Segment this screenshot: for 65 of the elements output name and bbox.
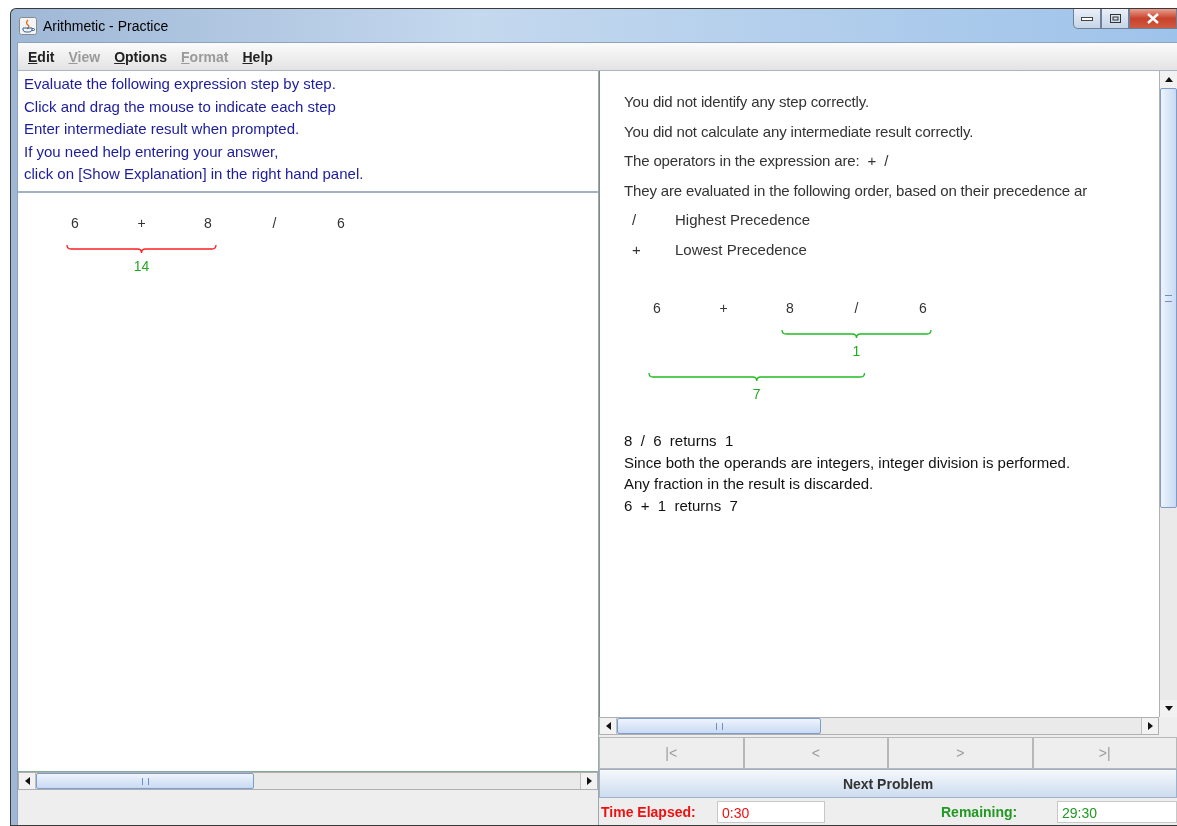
step-line: 6 + 1 returns 7 [624,495,739,516]
scroll-up-button[interactable] [1160,71,1177,88]
menu-item[interactable]: Options [108,46,173,67]
explanation-line: They are evaluated in the following order, based on their precedence ar [624,180,1088,201]
explanation-line: The operators in the expression are: + / [624,151,890,171]
scrollbar-track[interactable] [18,772,598,790]
expression-token: 6 [653,300,661,316]
precedence-label: Lowest Precedence [675,239,807,260]
expression-token: / [272,215,277,231]
remaining-label: Remaining: [940,803,1019,820]
scrollbar-thumb[interactable] [1160,88,1177,508]
expression-token: / [854,300,859,316]
scroll-right-button[interactable] [580,773,597,789]
instruction-line: click on [Show Explanation] in the right hand panel. [24,164,365,185]
scroll-down-button[interactable] [1160,700,1177,717]
time-elapsed-field: 0:30 [717,800,825,823]
instruction-line: Click and drag the mouse to indicate each step [24,96,337,117]
left-arrow-icon [24,777,30,785]
scroll-right-button[interactable] [1141,718,1158,734]
instruction-line: Enter intermediate result when prompted. [24,119,301,140]
scroll-left-button[interactable] [19,773,36,789]
left-arrow-icon [605,722,611,730]
explanation-line: You did not identify any step correctly. [624,92,870,112]
cup-icon [19,16,37,35]
down-arrow-icon [1164,706,1173,711]
expression-token: 6 [919,300,927,316]
right-arrow-icon [586,777,592,785]
window-title: Arithmetic - Practice [43,17,169,34]
instruction-line: Evaluate the following expression step by step. [24,74,337,94]
result-value: 7 [752,386,761,402]
close-icon [1147,13,1159,24]
expression-token: + [137,215,146,231]
close-button[interactable] [1129,9,1177,29]
scroll-left-button[interactable] [600,718,617,734]
scrollbar-track[interactable] [599,717,1159,735]
expression-token: 8 [786,300,794,316]
remaining-field: 29:30 [1057,800,1177,823]
step-line: Since both the operands are integers, integer division is performed. [624,452,1072,473]
right-arrow-icon [1147,722,1153,730]
next-problem-button[interactable]: Next Problem [599,769,1177,798]
menu-item[interactable]: Edit [22,46,61,67]
up-arrow-icon [1164,77,1173,82]
expression-token: 8 [204,215,212,231]
operator-symbol: + [631,239,642,260]
instruction-line: If you need help entering your answer, [24,141,280,162]
expression-token: + [719,300,728,316]
expression-token: 6 [71,215,79,231]
step-line: 8 / 6 returns 1 [624,431,735,451]
explanation-line: You did not calculate any intermediate result correctly. [624,121,975,142]
result-value: 14 [133,258,150,274]
maximize-icon [1109,14,1121,23]
expression-panel[interactable]: 6 + 8 / 6 14 [18,193,598,772]
minimize-icon [1081,16,1093,21]
scrollbar-track[interactable] [1159,71,1177,717]
operator-symbol: / [631,210,638,230]
expression-token: 6 [337,215,345,231]
scrollbar-thumb[interactable] [617,718,821,734]
time-elapsed-label: Time Elapsed: [600,803,697,820]
step-line: Any fraction in the result is discarded. [624,474,875,494]
minimize-button[interactable] [1073,9,1101,29]
scrollbar-thumb[interactable] [36,773,254,789]
precedence-label: Highest Precedence [675,210,811,230]
maximize-button[interactable] [1101,9,1129,29]
menu-item[interactable]: Help [236,46,279,67]
result-value: 1 [852,343,861,359]
